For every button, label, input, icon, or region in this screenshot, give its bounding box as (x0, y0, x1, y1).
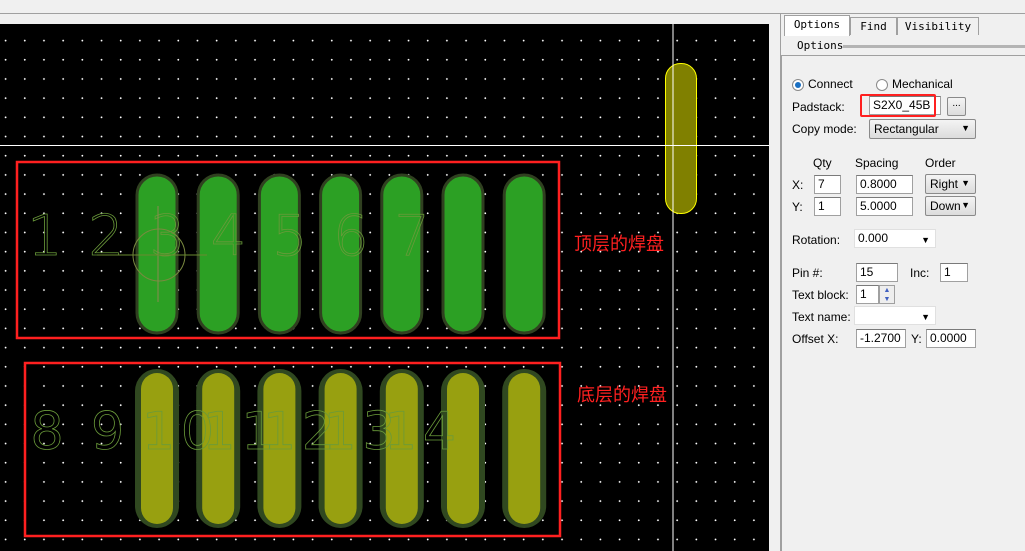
qty-y-input[interactable]: 1 (814, 197, 841, 216)
annotation-bottom-layer: 底层的焊盘 (577, 385, 667, 406)
top-pin-label: 7 (394, 204, 430, 269)
spacing-x-input[interactable]: 0.8000 (856, 175, 913, 194)
chevron-down-icon: ▼ (921, 235, 930, 245)
top-pin-label: 5 (272, 204, 308, 269)
x-label: X: (792, 178, 804, 192)
padstack-highlight (860, 94, 936, 117)
qty-header: Qty (813, 156, 832, 170)
group-title: Options (797, 39, 844, 52)
radio-connect[interactable] (792, 79, 804, 91)
copy-mode-select[interactable]: Rectangular ▼ (869, 119, 976, 139)
top-pin-label: 2 (88, 204, 124, 269)
radio-connect-label[interactable]: Connect (808, 77, 853, 91)
order-y-value: Down (930, 199, 961, 213)
group-title-bar (843, 45, 1025, 48)
rotation-value: 0.000 (858, 231, 889, 245)
inc-input[interactable]: 1 (940, 263, 968, 282)
top-pad[interactable] (441, 173, 485, 335)
offset-y-label: Y: (911, 332, 922, 346)
tab-visibility[interactable]: Visibility (897, 17, 979, 35)
tab-find[interactable]: Find (850, 17, 897, 35)
text-name-select[interactable]: ▼ (854, 306, 936, 325)
chevron-down-icon: ▼ (961, 200, 970, 210)
copy-mode-value: Rectangular (874, 122, 939, 136)
top-pin-label: 6 (333, 204, 369, 269)
order-header: Order (925, 156, 956, 170)
offset-y-input[interactable]: 0.0000 (926, 329, 976, 348)
order-x-select[interactable]: Right ▼ (925, 174, 976, 194)
top-pad[interactable] (502, 173, 546, 335)
spin-down-icon[interactable]: ▼ (880, 295, 894, 304)
padstack-browse-button[interactable]: ... (947, 97, 966, 116)
bottom-pad[interactable] (508, 373, 541, 524)
spin-up-icon[interactable]: ▲ (880, 286, 894, 295)
bottom-pin-label: 8 (30, 402, 63, 462)
radio-mechanical[interactable] (876, 79, 888, 91)
rotation-select[interactable]: 0.000 ▼ (854, 229, 936, 248)
pcb-drawing[interactable]: 1 2 3 4 5 6 78 9 1011121314 (0, 0, 769, 551)
text-name-label: Text name: (792, 310, 851, 324)
bottom-pin-label: 9 (91, 402, 124, 462)
padstack-label: Padstack: (792, 100, 845, 114)
chevron-down-icon: ▼ (961, 123, 970, 133)
offset-x-label: Offset X: (792, 332, 839, 346)
top-pin-label: 4 (211, 204, 247, 269)
annotation-top-layer: 顶层的焊盘 (574, 234, 664, 255)
copy-mode-label: Copy mode: (792, 122, 857, 136)
y-label: Y: (792, 200, 803, 214)
text-block-input[interactable]: 1 (856, 285, 879, 304)
options-panel: Options Find Visibility Options Connect … (780, 14, 1025, 551)
inc-label: Inc: (910, 266, 930, 280)
text-block-spinner[interactable]: ▲ ▼ (879, 285, 895, 304)
floating-pad-cursor[interactable] (665, 63, 697, 214)
top-pin-label: 1 (27, 204, 63, 269)
pin-number-label: Pin #: (792, 266, 823, 280)
tab-options[interactable]: Options (784, 15, 850, 36)
top-pin-label: 3 (150, 204, 186, 269)
order-y-select[interactable]: Down ▼ (925, 196, 976, 216)
rotation-label: Rotation: (792, 233, 841, 247)
spacing-header: Spacing (855, 156, 899, 170)
radio-mechanical-label[interactable]: Mechanical (892, 77, 953, 91)
chevron-down-icon: ▼ (921, 312, 930, 322)
pin-number-input[interactable]: 15 (856, 263, 898, 282)
spacing-y-input[interactable]: 5.0000 (856, 197, 913, 216)
chevron-down-icon: ▼ (961, 178, 970, 188)
offset-x-input[interactable]: -1.2700 (856, 329, 906, 348)
order-x-value: Right (930, 177, 959, 191)
qty-x-input[interactable]: 7 (814, 175, 841, 194)
pcb-canvas[interactable]: 1 2 3 4 5 6 7 8 9 10 11 12 13 14 顶层的焊盘 底层的焊盘 (0, 24, 769, 551)
text-block-label: Text block: (792, 288, 849, 302)
